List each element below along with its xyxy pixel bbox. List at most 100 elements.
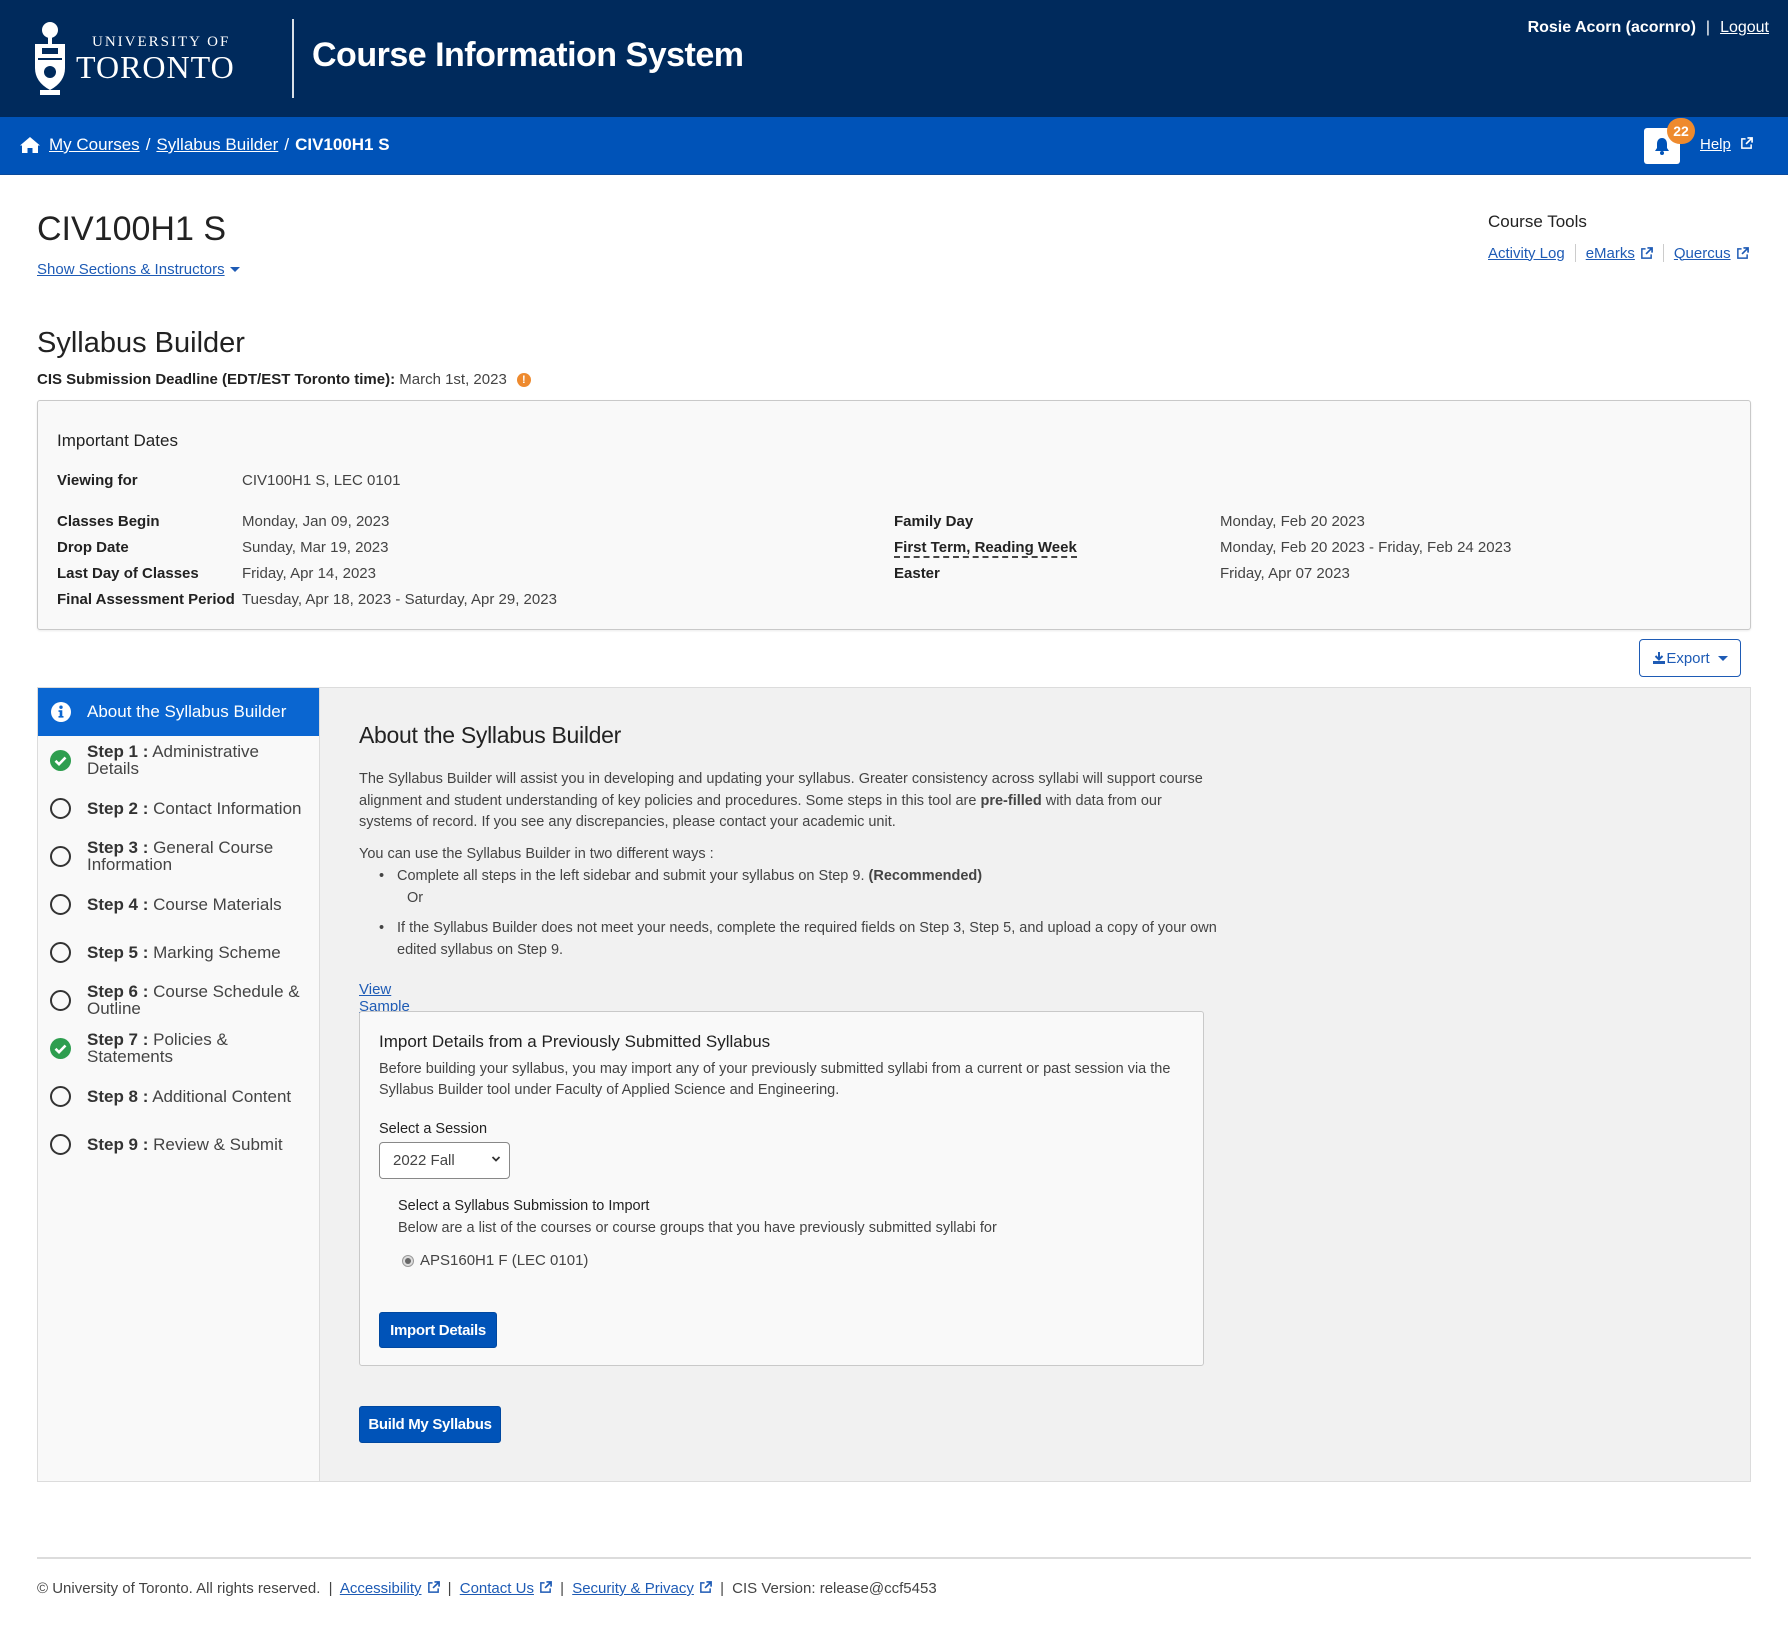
sidebar-item-step-2[interactable]: Step 2 : Contact Information [38,784,319,832]
export-button[interactable]: Export [1639,639,1741,677]
empty-circle-icon [50,893,71,915]
help-link-wrap: Help [1700,136,1753,153]
step-number: Step 9 : [87,1134,149,1154]
step-label: Review & Submit [153,1134,283,1154]
sidebar-item-step-7[interactable]: Step 7 : Policies & Statements [38,1024,319,1072]
sidebar-item-label: About the Syllabus Builder [87,702,287,721]
warning-icon[interactable]: ! [516,372,531,387]
ways-list: Complete all steps in the left sidebar a… [379,852,1219,961]
sidebar-item-step-5[interactable]: Step 5 : Marking Scheme [38,928,319,976]
sidebar-item-step-9[interactable]: Step 9 : Review & Submit [38,1120,319,1168]
step-number: Step 5 : [87,942,149,962]
import-details-button[interactable]: Import Details [379,1312,497,1348]
submission-heading: Select a Syllabus Submission to Import [398,1198,650,1214]
build-my-syllabus-button[interactable]: Build My Syllabus [359,1406,501,1443]
sidebar-item-about[interactable]: About the Syllabus Builder [38,688,319,736]
contact-us-link[interactable]: Contact Us [460,1580,534,1597]
sidebar-item-step-6[interactable]: Step 6 : Course Schedule & Outline [38,976,319,1024]
user-name: Rosie Acorn (acornro) [1527,19,1696,36]
chevron-down-icon [491,1156,501,1162]
external-link-icon [1741,137,1753,149]
deadline-value: March 1st, 2023 [399,371,507,388]
check-circle-icon [50,1037,71,1059]
date-value: Friday, Apr 14, 2023 [242,565,376,582]
course-tools-heading: Course Tools [1488,212,1587,231]
date-label: Drop Date [57,539,129,556]
breadcrumb-my-courses[interactable]: My Courses [49,135,140,155]
syllabus-builder-title: Syllabus Builder [37,327,245,359]
notification-count-badge: 22 [1667,118,1695,144]
session-select[interactable]: 2022 Fall [379,1142,510,1179]
logo-line2: TORONTO [76,48,235,85]
important-dates-panel: Important Dates Viewing for CIV100H1 S, … [37,400,1751,630]
show-sections-link[interactable]: Show Sections & Instructors [37,261,225,278]
footer-separator: | [720,1580,724,1597]
security-privacy-link[interactable]: Security & Privacy [572,1580,694,1597]
session-value: 2022 Fall [393,1152,455,1169]
breadcrumb-separator: / [145,135,151,154]
footer-separator: | [560,1580,565,1597]
download-icon [1653,652,1666,664]
steps-sidebar: About the Syllabus Builder Step 1 : Admi… [38,688,320,1481]
sidebar-item-step-3[interactable]: Step 3 : General Course Information [38,832,319,880]
logout-link[interactable]: Logout [1720,19,1769,36]
way-bold: (Recommended) [868,868,983,884]
date-value: Monday, Jan 09, 2023 [242,513,390,530]
intro-bold: pre-filled [980,792,1042,809]
footer-separator: | [328,1580,333,1597]
home-icon[interactable] [19,136,41,154]
footer: © University of Toronto. All rights rese… [37,1580,937,1597]
date-value: Tuesday, Apr 18, 2023 - Saturday, Apr 29… [242,591,557,608]
logo-wordmark: UNIVERSITY OF TORONTO [76,34,235,83]
viewing-for-value: CIV100H1 S, LEC 0101 [242,472,401,489]
breadcrumb-syllabus-builder[interactable]: Syllabus Builder [156,135,278,155]
date-label: Classes Begin [57,513,160,530]
quercus-link[interactable]: Quercus [1674,245,1731,262]
step-number: Step 8 : [87,1086,149,1106]
breadcrumb-separator: / [284,135,290,154]
date-label: Family Day [894,513,974,530]
sidebar-item-step-1[interactable]: Step 1 : Administrative Details [38,736,319,784]
empty-circle-icon [50,797,71,819]
university-logo[interactable]: UNIVERSITY OF TORONTO [32,18,252,98]
submission-option[interactable]: APS160H1 F (LEC 0101) [402,1252,588,1269]
show-sections-toggle[interactable]: Show Sections & Instructors [37,261,240,278]
step-label: Contact Information [153,798,302,818]
step-number: Step 4 : [87,894,149,914]
date-value: Monday, Feb 20 2023 - Friday, Feb 24 202… [1220,539,1512,556]
logo-line1: UNIVERSITY OF [92,33,231,50]
import-panel: Import Details from a Previously Submitt… [359,1011,1204,1366]
breadcrumb-current: CIV100H1 S [295,135,390,154]
submission-deadline: CIS Submission Deadline (EDT/EST Toronto… [37,371,531,388]
sidebar-item-step-4[interactable]: Step 4 : Course Materials [38,880,319,928]
user-bar: Rosie Acorn (acornro) | Logout [1528,19,1769,37]
submission-option-label: APS160H1 F (LEC 0101) [420,1252,589,1269]
deadline-label: CIS Submission Deadline (EDT/EST Toronto… [37,371,396,388]
about-intro: The Syllabus Builder will assist you in … [359,769,1209,834]
reading-week-tooltip-term[interactable]: First Term, Reading Week [894,539,1077,558]
or-label: Or [407,889,424,906]
help-link[interactable]: Help [1700,136,1731,153]
activity-log-link[interactable]: Activity Log [1488,245,1565,262]
date-label: Easter [894,565,940,582]
external-link-icon [1641,246,1653,259]
step-label: Course Materials [153,894,282,914]
empty-circle-icon [50,941,71,963]
empty-circle-icon [50,845,71,867]
way-text: If the Syllabus Builder does not meet yo… [397,920,1217,958]
copyright: © University of Toronto. All rights rese… [37,1580,321,1597]
emarks-link[interactable]: eMarks [1586,245,1635,262]
import-description: Before building your syllabus, you may i… [379,1061,1171,1098]
external-link-icon [1736,246,1749,259]
user-separator: | [1705,19,1711,36]
accessibility-link[interactable]: Accessibility [340,1580,422,1597]
top-header: UNIVERSITY OF TORONTO Course Information… [0,0,1788,117]
caret-down-icon [1717,655,1728,661]
date-value: Sunday, Mar 19, 2023 [242,539,389,556]
link-divider [1574,244,1576,262]
step-number: Step 2 : [87,798,149,818]
radio-button[interactable] [402,1254,414,1267]
sidebar-item-step-8[interactable]: Step 8 : Additional Content [38,1072,319,1120]
step-label: Marking Scheme [153,942,281,962]
syllabus-builder-panel: About the Syllabus Builder Step 1 : Admi… [37,687,1751,1482]
